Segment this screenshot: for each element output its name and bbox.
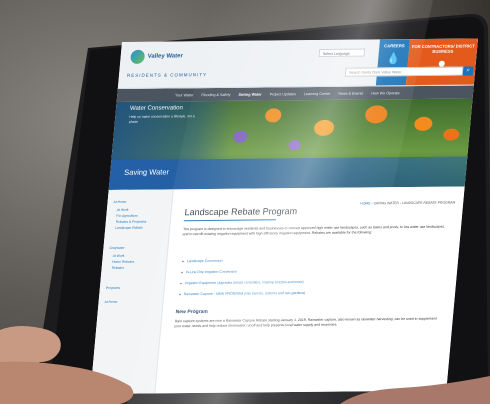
laptop: Valley Water RESIDENTS & COMMUNITY Selec… bbox=[30, 4, 490, 404]
sidebar-item[interactable]: Landscape Rebate bbox=[115, 226, 143, 230]
sidebar-item[interactable]: At Work bbox=[113, 254, 125, 258]
hero-banner: Water Conservation Help us make conserva… bbox=[108, 98, 473, 190]
sidebar-item[interactable]: Rebates & Programs bbox=[116, 220, 147, 224]
contractors-button[interactable]: FOR CONTRACTORS/ DISTRICT BUSINESS bbox=[405, 38, 478, 86]
flower-shape bbox=[313, 119, 335, 136]
drop-logo-icon bbox=[130, 49, 146, 64]
careers-button[interactable]: CAREERS 💧 bbox=[375, 39, 410, 86]
new-program-text: Rain capture systems are now a Rainwater… bbox=[174, 316, 437, 329]
bullet-link[interactable]: Landscape Conversion bbox=[182, 259, 223, 263]
main-content: HOME › SAVING WATER › LANDSCAPE REBATE P… bbox=[162, 186, 460, 394]
sidebar-item[interactable]: At Work bbox=[117, 208, 129, 212]
intro-paragraph: The program is designed to encourage res… bbox=[182, 224, 446, 237]
careers-label: CAREERS bbox=[383, 43, 405, 49]
title-underline bbox=[183, 219, 276, 222]
nav-item-project-updates[interactable]: Project Updates bbox=[270, 92, 297, 96]
sidebar-item[interactable]: At Home bbox=[113, 200, 126, 204]
site-header: Valley Water RESIDENTS & COMMUNITY Selec… bbox=[117, 38, 478, 89]
sidebar-item[interactable]: Programs bbox=[106, 286, 121, 290]
sidebar-item[interactable]: At Home bbox=[104, 300, 117, 304]
section-title: RESIDENTS & COMMUNITY bbox=[126, 72, 208, 78]
bullet-link[interactable]: Irrigation Equipment Upgrades (smart con… bbox=[180, 280, 304, 285]
sidebar-item[interactable]: Home Rebates bbox=[112, 260, 134, 264]
nav-item-your-water[interactable]: Your Water bbox=[175, 93, 194, 97]
sidebar-item[interactable]: For Agriculture bbox=[116, 214, 138, 218]
search-button[interactable]: ⌕ bbox=[462, 66, 474, 76]
nav-item-flooding-safety[interactable]: Flooding & Safety bbox=[201, 92, 230, 96]
bullet-link[interactable]: Rainwater Capture - NEW PROGRAM (rain ba… bbox=[179, 291, 306, 296]
flower-shape bbox=[442, 128, 460, 141]
sidebar-item[interactable]: Graywater bbox=[109, 246, 125, 250]
content-area: At Home At Work For Agriculture Rebates … bbox=[90, 186, 465, 394]
browser-screen: Valley Water RESIDENTS & COMMUNITY Selec… bbox=[90, 38, 478, 394]
nav-item-news-events[interactable]: News & Events bbox=[338, 91, 363, 95]
nav-item-how-we-operate[interactable]: How We Operate bbox=[371, 91, 400, 95]
logo-text: Valley Water bbox=[147, 53, 184, 60]
page-title: Landscape Rebate Program bbox=[184, 206, 298, 218]
flower-shape bbox=[288, 140, 301, 151]
language-select[interactable]: Select Language bbox=[318, 48, 366, 58]
hero-band-title: Saving Water bbox=[123, 167, 170, 177]
nav-item-learning-center[interactable]: Learning Center bbox=[304, 91, 331, 95]
hero-subtitle: Help us make conservation a lifestyle, n… bbox=[128, 114, 195, 124]
contractors-label: FOR CONTRACTORS/ DISTRICT BUSINESS bbox=[411, 43, 475, 54]
hero-title: Water Conservation bbox=[129, 105, 184, 112]
breadcrumb-home[interactable]: HOME bbox=[360, 201, 371, 205]
flower-shape bbox=[413, 116, 433, 131]
breadcrumb: HOME › SAVING WATER › LANDSCAPE REBATE P… bbox=[360, 201, 455, 206]
sidebar-item[interactable]: Rebates bbox=[111, 266, 124, 270]
flower-shape bbox=[364, 105, 389, 124]
flower-shape bbox=[232, 130, 248, 143]
search-icon: ⌕ bbox=[466, 67, 471, 74]
flower-shape bbox=[264, 108, 282, 123]
bullet-link[interactable]: In-Line Drip Irrigation Conversion bbox=[181, 270, 238, 275]
water-drop-icon: 💧 bbox=[385, 53, 401, 66]
breadcrumb-trail: › SAVING WATER › LANDSCAPE REBATE PROGRA… bbox=[371, 200, 456, 206]
new-program-heading: New Program bbox=[175, 308, 209, 316]
search-input[interactable]: Search Santa Clara Valley Water bbox=[344, 66, 464, 77]
site-logo[interactable]: Valley Water bbox=[130, 49, 183, 64]
nav-item-saving-water[interactable]: Saving Water bbox=[238, 92, 262, 96]
